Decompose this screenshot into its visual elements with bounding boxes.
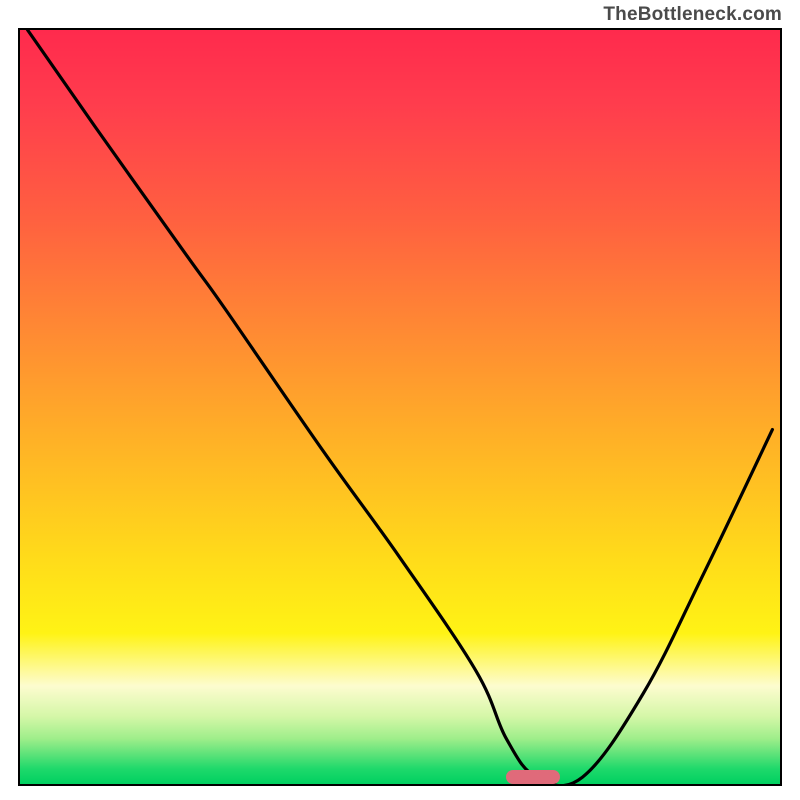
attribution-text: TheBottleneck.com (603, 4, 782, 26)
chart-frame (18, 28, 782, 786)
chart-background-gradient (20, 30, 780, 784)
optimum-marker (506, 770, 559, 784)
